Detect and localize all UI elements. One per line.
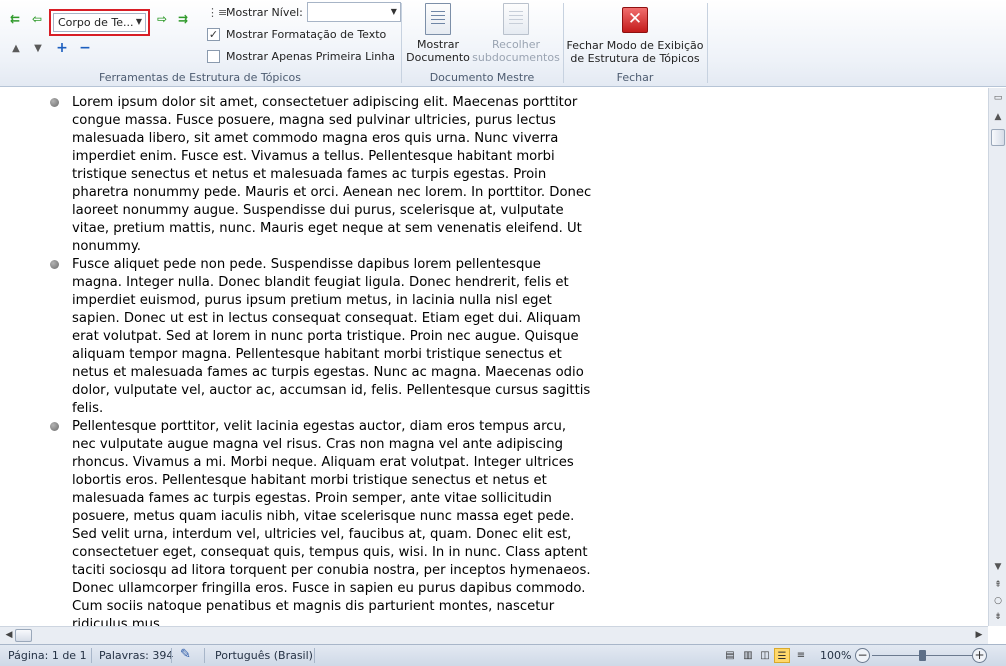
close-group: ✕ Fechar Modo de Exibição de Estrutura d… xyxy=(564,0,706,87)
show-level-label: Mostrar Nível: xyxy=(226,5,303,19)
outline-tools-group-label: Ferramentas de Estrutura de Tópicos xyxy=(99,71,301,84)
status-divider xyxy=(204,648,205,663)
outline-view-icon[interactable]: ☰ xyxy=(774,648,790,663)
outline-level-combo[interactable]: Corpo de Te... ▼ xyxy=(49,9,150,36)
proofing-icon[interactable]: ✎ xyxy=(180,647,191,662)
show-first-line-checkbox[interactable] xyxy=(207,49,220,63)
previous-page-button[interactable]: ⇞ xyxy=(991,578,1005,592)
language[interactable]: Português (Brasil) xyxy=(215,649,313,662)
show-document-label-2: Documento xyxy=(406,51,470,64)
demote-to-body-button[interactable]: ⇉ xyxy=(174,11,192,27)
outline-paragraph[interactable]: Pellentesque porttitor, velit lacinia eg… xyxy=(72,418,592,626)
draft-view-icon[interactable]: ≡ xyxy=(793,648,809,663)
master-document-group: Mostrar Documento Recolher subdocumentos… xyxy=(402,0,562,87)
vertical-scrollbar[interactable]: ▭ ▲ ▼ ⇞ ○ ⇟ xyxy=(988,88,1006,626)
word-count[interactable]: Palavras: 394 xyxy=(99,649,173,662)
outline-tools-group: ⇇ ⇦ Corpo de Te... ▼ ⇨ ⇉ ▲ ▼ + − ⋮≡ Most… xyxy=(0,0,401,87)
ribbon: ⇇ ⇦ Corpo de Te... ▼ ⇨ ⇉ ▲ ▼ + − ⋮≡ Most… xyxy=(0,0,1006,87)
print-layout-view-icon[interactable]: ▤ xyxy=(722,648,738,663)
show-document-button[interactable]: Mostrar Documento xyxy=(406,3,470,64)
subdocument-icon xyxy=(503,3,529,35)
status-divider xyxy=(314,648,315,663)
show-formatting-label: Mostrar Formatação de Texto xyxy=(226,27,387,41)
next-page-button[interactable]: ⇟ xyxy=(991,610,1005,624)
outline-bullet-icon[interactable] xyxy=(50,422,59,431)
show-level-row: ⋮≡ Mostrar Nível: ▼ xyxy=(207,2,401,22)
scroll-left-button[interactable]: ◀ xyxy=(3,629,15,642)
show-formatting-row[interactable]: ✓ Mostrar Formatação de Texto xyxy=(207,25,386,43)
horizontal-scrollbar[interactable]: ◀ ▶ xyxy=(0,626,988,644)
show-level-select[interactable]: ▼ xyxy=(306,2,401,22)
outline-bullet-icon[interactable] xyxy=(50,260,59,269)
close-outline-label-1: Fechar Modo de Exibição xyxy=(566,39,704,52)
outline-level-value: Corpo de Te... xyxy=(58,16,134,29)
collapse-button[interactable]: − xyxy=(76,40,94,56)
browse-object-button[interactable]: ○ xyxy=(991,594,1005,608)
outline-paragraph[interactable]: Lorem ipsum dolor sit amet, consectetuer… xyxy=(72,94,592,256)
close-group-label: Fechar xyxy=(616,71,654,84)
horizontal-scroll-thumb[interactable] xyxy=(15,629,32,642)
document-icon xyxy=(425,3,451,35)
close-outline-view-button[interactable]: ✕ Fechar Modo de Exibição de Estrutura d… xyxy=(566,3,704,65)
expand-button[interactable]: + xyxy=(53,40,71,56)
show-level-icon: ⋮≡ xyxy=(207,5,228,19)
zoom-slider-handle[interactable] xyxy=(919,650,926,661)
status-bar: Página: 1 de 1 Palavras: 394 ✎ Português… xyxy=(0,644,1006,666)
ruler-toggle-icon[interactable]: ▭ xyxy=(991,91,1005,105)
demote-button[interactable]: ⇨ xyxy=(153,11,171,27)
promote-to-heading1-button[interactable]: ⇇ xyxy=(6,11,24,27)
close-outline-label-2: de Estrutura de Tópicos xyxy=(570,52,700,65)
show-first-line-row[interactable]: Mostrar Apenas Primeira Linha xyxy=(207,47,395,65)
scroll-right-button[interactable]: ▶ xyxy=(973,629,985,642)
status-divider xyxy=(91,648,92,663)
zoom-out-button[interactable]: − xyxy=(855,648,870,663)
chevron-down-icon: ▼ xyxy=(390,7,397,16)
show-first-line-label: Mostrar Apenas Primeira Linha xyxy=(226,49,395,63)
document-area[interactable]: Lorem ipsum dolor sit amet, consectetuer… xyxy=(0,88,988,626)
vertical-scroll-thumb[interactable] xyxy=(991,129,1005,146)
scroll-up-button[interactable]: ▲ xyxy=(991,110,1005,124)
zoom-in-button[interactable]: + xyxy=(972,648,987,663)
web-layout-view-icon[interactable]: ◫ xyxy=(757,648,773,663)
group-divider xyxy=(707,3,708,83)
collapse-subdocuments-label-2: subdocumentos xyxy=(472,51,560,64)
outline-paragraph[interactable]: Fusce aliquet pede non pede. Suspendisse… xyxy=(72,256,592,418)
move-up-button[interactable]: ▲ xyxy=(7,41,25,57)
show-formatting-checkbox[interactable]: ✓ xyxy=(207,27,220,41)
outline-bullet-icon[interactable] xyxy=(50,98,59,107)
close-icon: ✕ xyxy=(622,7,648,33)
scroll-down-button[interactable]: ▼ xyxy=(991,560,1005,574)
promote-button[interactable]: ⇦ xyxy=(28,11,46,27)
page-count[interactable]: Página: 1 de 1 xyxy=(8,649,87,662)
chevron-down-icon: ▼ xyxy=(135,17,142,26)
show-document-label-1: Mostrar xyxy=(416,38,460,51)
status-divider xyxy=(171,648,172,663)
collapse-subdocuments-button[interactable]: Recolher subdocumentos xyxy=(472,3,560,64)
zoom-level[interactable]: 100% xyxy=(820,649,851,662)
collapse-subdocuments-label-1: Recolher xyxy=(491,38,540,51)
master-document-group-label: Documento Mestre xyxy=(429,71,535,84)
move-down-button[interactable]: ▼ xyxy=(29,41,47,57)
full-screen-reading-view-icon[interactable]: ▥ xyxy=(740,648,756,663)
